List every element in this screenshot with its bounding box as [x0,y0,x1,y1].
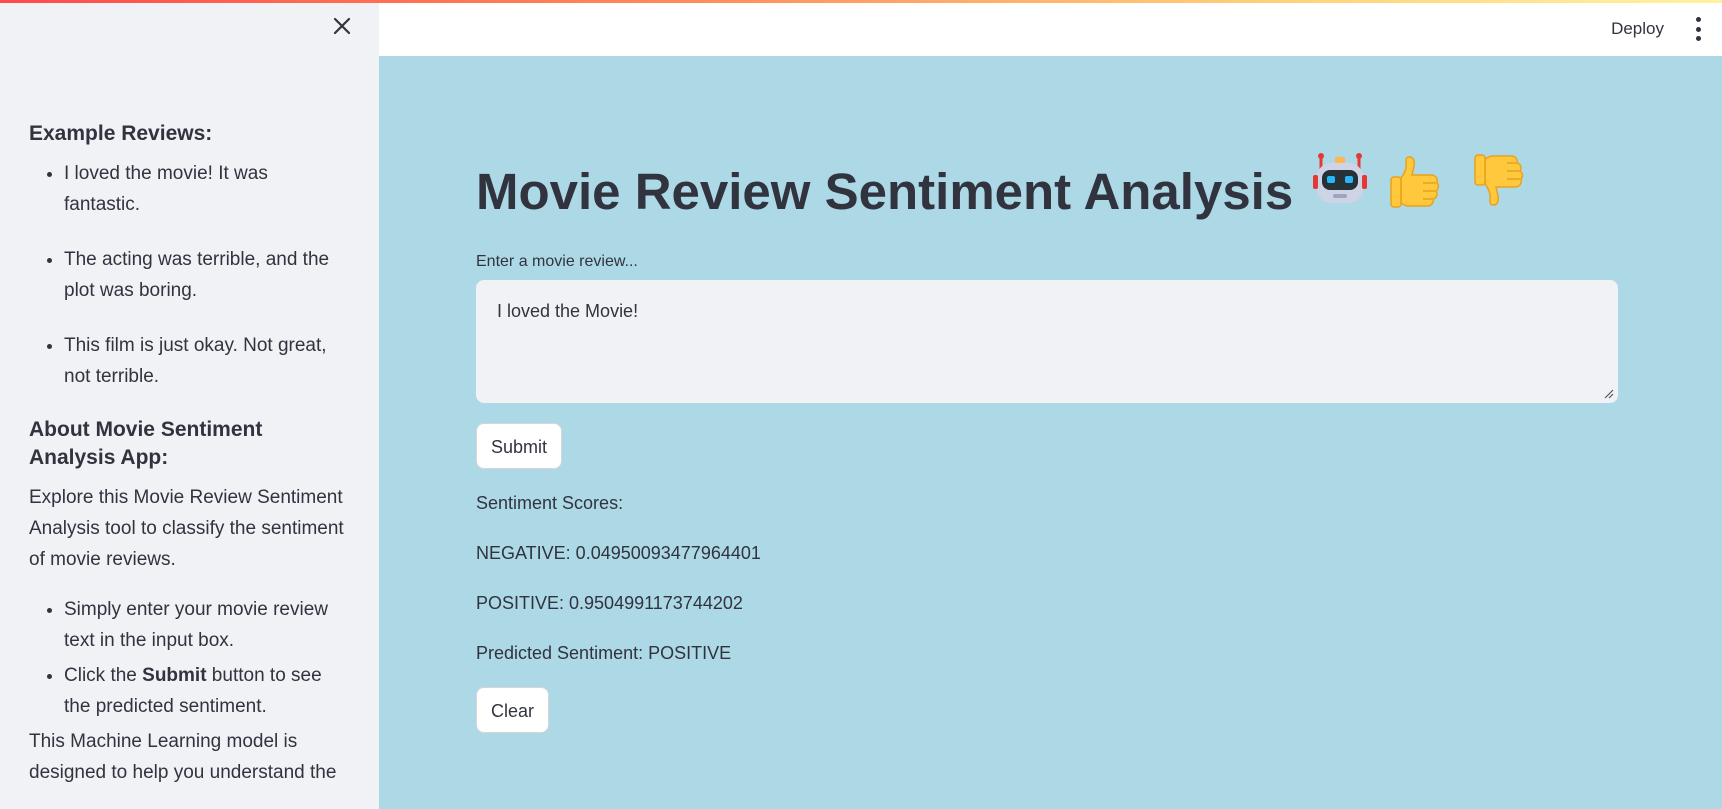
review-textarea[interactable]: I loved the Movie! [476,280,1618,403]
sentiment-scores-heading: Sentiment Scores: [476,493,624,513]
positive-score: POSITIVE: 0.9504991173744202 [476,593,743,613]
about-heading: About Movie Sentiment Analysis App: [29,418,263,469]
list-item: This film is just okay. Not great, not t… [64,330,349,392]
submit-button[interactable]: Submit [476,423,563,469]
page-title: Movie Review Sentiment Analysis [476,150,1618,234]
main-menu-button[interactable] [1692,17,1704,41]
sidebar: Example Reviews: I loved the movie! It w… [0,0,379,809]
instructions-list: Simply enter your movie review text in t… [29,594,349,722]
deploy-button[interactable]: Deploy [1611,19,1664,39]
negative-score: NEGATIVE: 0.04950093477964401 [476,543,761,563]
list-item: I loved the movie! It was fantastic. [64,158,349,220]
instruction-bold-text: Submit [142,665,207,686]
main-content: Movie Review Sentiment Analysis Enter a … [476,150,1618,733]
kebab-dot [1695,36,1701,41]
list-item: The acting was terrible, and the plot wa… [64,244,349,306]
review-input-label: Enter a movie review... [476,253,638,270]
example-reviews-list: I loved the movie! It was fantastic. The… [29,158,349,392]
close-icon [333,17,351,35]
page-title-text: Movie Review Sentiment Analysis [476,163,1294,220]
thumbs-up-emoji-icon [1387,150,1443,234]
instruction-text: Simply enter your movie review text in t… [64,599,328,651]
list-item: Simply enter your movie review text in t… [64,594,349,656]
ml-description-text: This Machine Learning model is designed … [29,731,337,783]
app-header: Deploy [379,3,1722,56]
top-decoration-bar [0,0,1722,3]
review-textarea-wrapper: I loved the Movie! [476,280,1618,403]
clear-button[interactable]: Clear [476,687,550,733]
robot-emoji-icon [1311,150,1369,234]
examples-heading: Example Reviews: [29,122,213,145]
kebab-menu-icon [1695,17,1701,22]
sidebar-content: Example Reviews: I loved the movie! It w… [29,120,349,807]
close-sidebar-button[interactable] [328,12,356,40]
kebab-dot [1695,26,1701,32]
resize-grip-icon[interactable] [1602,387,1614,399]
about-text: Explore this Movie Review Sentiment Anal… [29,487,344,570]
thumbs-down-emoji-icon [1471,150,1527,234]
instruction-text: Click the [64,665,143,686]
list-item: Click the Submit button to see the predi… [64,660,349,722]
predicted-sentiment: Predicted Sentiment: POSITIVE [476,643,732,663]
